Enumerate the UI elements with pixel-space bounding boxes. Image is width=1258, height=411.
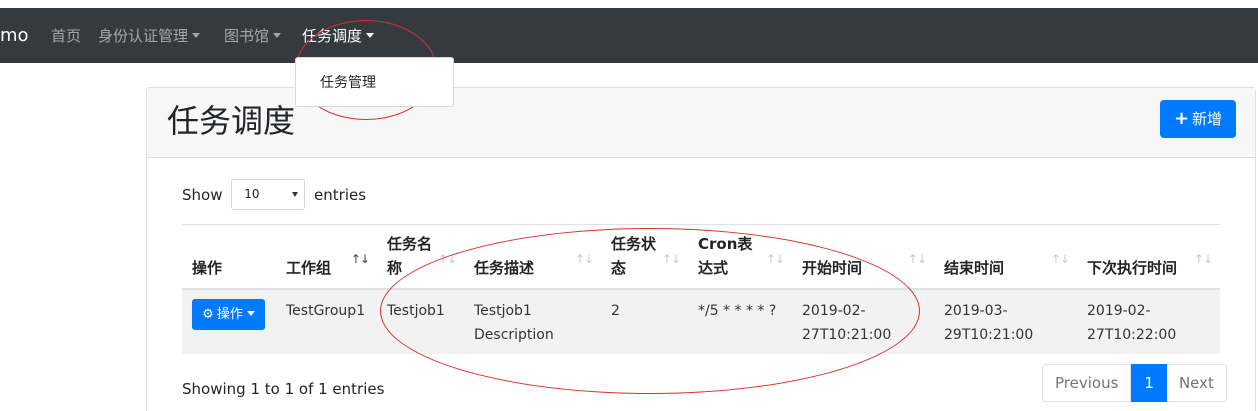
table-info: Showing 1 to 1 of 1 entries <box>182 380 385 398</box>
sort-icon: ↑↓ <box>661 252 681 266</box>
sort-icon: ↑↓ <box>1050 252 1070 266</box>
column-header-end[interactable]: 结束时间 ↑↓ <box>934 225 1077 290</box>
tasks-table: 操作 工作组 ↑↓ 任务名称 ↑↓ 任务描述 ↑↓ 任务状态 ↑↓ Cron表达式 ↑↓ … <box>182 225 1220 354</box>
top-navbar: mo 首页 身份认证管理 图书馆 任务调度 <box>0 8 1258 63</box>
pagination: Previous 1 Next <box>1042 364 1227 402</box>
pagination-previous[interactable]: Previous <box>1042 364 1132 402</box>
column-header-label: 操作 <box>192 259 223 277</box>
caret-down-icon <box>192 33 201 38</box>
cell-description: Testjob1 Description <box>464 289 601 354</box>
nav-item-task-scheduling[interactable]: 任务调度 <box>302 26 375 46</box>
entries-select[interactable]: 10 <box>231 179 306 210</box>
cell-name: Testjob1 <box>377 289 464 354</box>
select-arrow-icon <box>292 192 299 197</box>
sort-icon: ↑↓ <box>1193 252 1213 266</box>
nav-item-label: 首页 <box>51 27 82 45</box>
sort-icon: ↑↓ <box>574 252 594 266</box>
column-header-label: 结束时间 <box>944 259 1005 277</box>
dropdown-item-task-management[interactable]: 任务管理 <box>320 73 376 93</box>
entries-label: entries <box>314 185 367 204</box>
entries-length-control: Show 10 entries <box>182 178 366 211</box>
table-row: ⚙ 操作 TestGroup1 Testjob1 Testjob1 Descrip… <box>182 289 1220 354</box>
cell-start: 2019-02-27T10:21:00 <box>792 289 934 354</box>
nav-item-label: 身份认证管理 <box>98 27 189 45</box>
nav-item-label: 任务调度 <box>302 27 363 45</box>
nav-item-label: 图书馆 <box>224 27 270 45</box>
column-header-name[interactable]: 任务名称 ↑↓ <box>377 225 464 290</box>
plus-icon: + <box>1173 108 1190 129</box>
brand-name[interactable]: mo <box>0 26 29 46</box>
sort-asc-icon: ↑↓ <box>350 252 370 266</box>
entries-select-value: 10 <box>244 187 260 201</box>
column-header-label: 任务状态 <box>611 235 657 277</box>
column-header-label: 下次执行时间 <box>1087 259 1178 277</box>
cell-end: 2019-03-29T10:21:00 <box>934 289 1077 354</box>
column-header-label: 任务描述 <box>474 259 535 277</box>
gear-icon: ⚙ <box>202 306 214 322</box>
column-header-label: 工作组 <box>286 259 332 277</box>
caret-down-icon <box>273 33 282 38</box>
column-header-next[interactable]: 下次执行时间 ↑↓ <box>1077 225 1220 290</box>
action-button-label: 操作 <box>216 306 243 322</box>
sort-icon: ↑↓ <box>907 252 927 266</box>
task-scheduling-dropdown: 任务管理 <box>295 57 454 107</box>
caret-down-icon <box>366 33 375 38</box>
pagination-page-1[interactable]: 1 <box>1131 364 1167 402</box>
cell-group: TestGroup1 <box>276 289 377 354</box>
show-label: Show <box>182 185 223 204</box>
cell-status: 2 <box>601 289 688 354</box>
caret-down-icon <box>246 310 255 316</box>
column-header-label: Cron表达式 <box>698 235 753 277</box>
add-button[interactable]: + 新增 <box>1160 100 1236 138</box>
column-header-action: 操作 <box>182 225 276 290</box>
column-header-group[interactable]: 工作组 ↑↓ <box>276 225 377 290</box>
column-header-description[interactable]: 任务描述 ↑↓ <box>464 225 601 290</box>
column-header-cron[interactable]: Cron表达式 ↑↓ <box>688 225 792 290</box>
column-header-status[interactable]: 任务状态 ↑↓ <box>601 225 688 290</box>
cell-next: 2019-02-27T10:22:00 <box>1077 289 1220 354</box>
nav-item-library[interactable]: 图书馆 <box>224 26 282 46</box>
nav-item-identity[interactable]: 身份认证管理 <box>98 26 201 46</box>
main-card: 任务调度 + 新增 Show 10 entries 操作 工作组 ↑↓ 任务名称 ↑↓… <box>146 87 1256 411</box>
table-header-row: 操作 工作组 ↑↓ 任务名称 ↑↓ 任务描述 ↑↓ 任务状态 ↑↓ Cron表达式 ↑↓ … <box>182 225 1220 290</box>
nav-item-home[interactable]: 首页 <box>51 26 81 46</box>
action-dropdown-button[interactable]: ⚙ 操作 <box>192 299 265 330</box>
pagination-next[interactable]: Next <box>1166 364 1227 402</box>
cell-action: ⚙ 操作 <box>182 289 276 354</box>
column-header-start[interactable]: 开始时间 ↑↓ <box>792 225 934 290</box>
column-header-label: 开始时间 <box>802 259 863 277</box>
sort-icon: ↑↓ <box>765 252 785 266</box>
add-button-label: 新增 <box>1192 110 1223 128</box>
page-title: 任务调度 <box>167 102 296 140</box>
column-header-label: 任务名称 <box>387 235 433 277</box>
sort-icon: ↑↓ <box>437 252 457 266</box>
cell-cron: */5 * * * * ? <box>688 289 792 354</box>
